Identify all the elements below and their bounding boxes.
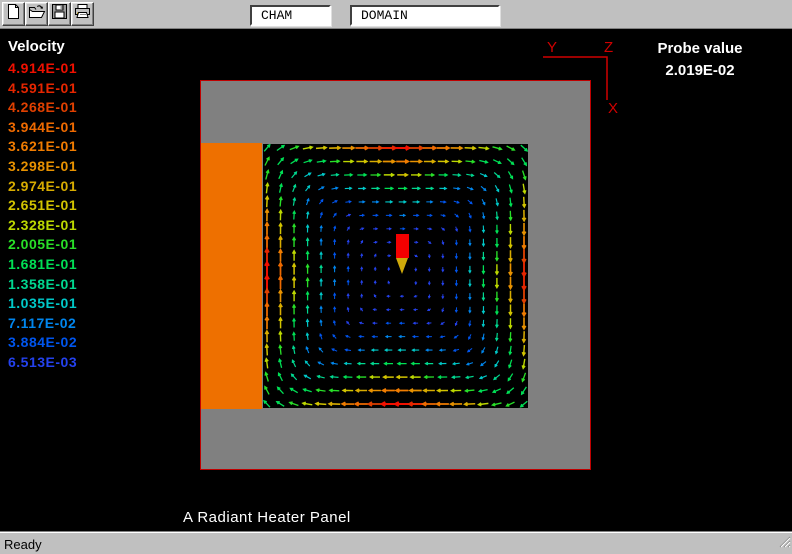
status-bar: Ready <box>0 531 792 554</box>
vector-plot-region[interactable] <box>263 144 528 408</box>
toolbar: CHAM DOMAIN <box>0 0 792 29</box>
legend-entry: 2.005E-01 <box>8 235 77 255</box>
probe-marker[interactable] <box>396 234 409 275</box>
open-folder-icon <box>28 3 46 25</box>
axis-y-label: Y <box>547 39 557 56</box>
axis-z-label: Z <box>604 39 613 56</box>
legend-entry: 7.117E-02 <box>8 314 77 334</box>
legend-entry: 4.268E-01 <box>8 98 77 118</box>
save-button[interactable] <box>48 2 71 26</box>
probe-value: 2.019E-02 <box>638 62 762 79</box>
status-text: Ready <box>4 537 42 552</box>
radiant-heater-panel[interactable] <box>201 143 262 409</box>
legend-entry: 1.358E-01 <box>8 275 77 295</box>
new-document-icon <box>5 3 22 25</box>
print-button[interactable] <box>71 2 94 26</box>
legend-entry: 1.681E-01 <box>8 255 77 275</box>
probe-marker-body <box>396 234 409 258</box>
legend-entry: 4.914E-01 <box>8 59 77 79</box>
new-file-button[interactable] <box>2 2 25 26</box>
legend-entry: 3.621E-01 <box>8 137 77 157</box>
velocity-legend: Velocity 4.914E-014.591E-014.268E-013.94… <box>8 38 77 373</box>
legend-entry: 1.035E-01 <box>8 294 77 314</box>
printer-icon <box>74 3 92 25</box>
probe-marker-tip <box>396 258 408 274</box>
legend-title: Velocity <box>8 38 77 55</box>
domain-field[interactable]: DOMAIN <box>350 5 500 26</box>
probe-label: Probe value <box>638 40 762 57</box>
legend-entry: 3.298E-01 <box>8 157 77 177</box>
legend-entry: 4.591E-01 <box>8 79 77 99</box>
cham-field[interactable]: CHAM <box>250 5 331 26</box>
application-window: CHAM DOMAIN Velocity 4.914E-014.591E-014… <box>0 0 792 554</box>
velocity-vector-field <box>263 144 528 408</box>
plot-caption: A Radiant Heater Panel <box>183 509 351 526</box>
graphics-viewport[interactable]: Velocity 4.914E-014.591E-014.268E-013.94… <box>0 30 792 531</box>
open-file-button[interactable] <box>25 2 48 26</box>
legend-entry: 3.884E-02 <box>8 333 77 353</box>
legend-entry: 6.513E-03 <box>8 353 77 373</box>
legend-entry: 2.974E-01 <box>8 177 77 197</box>
axis-x-label: X <box>608 100 618 117</box>
legend-entry: 2.328E-01 <box>8 216 77 236</box>
solution-domain[interactable] <box>200 80 591 470</box>
probe-readout: Probe value 2.019E-02 <box>638 40 762 79</box>
floppy-disk-icon <box>51 3 68 25</box>
legend-entry: 2.651E-01 <box>8 196 77 216</box>
resize-grip-icon[interactable] <box>777 534 791 553</box>
legend-entries: 4.914E-014.591E-014.268E-013.944E-013.62… <box>8 59 77 373</box>
legend-entry: 3.944E-01 <box>8 118 77 138</box>
